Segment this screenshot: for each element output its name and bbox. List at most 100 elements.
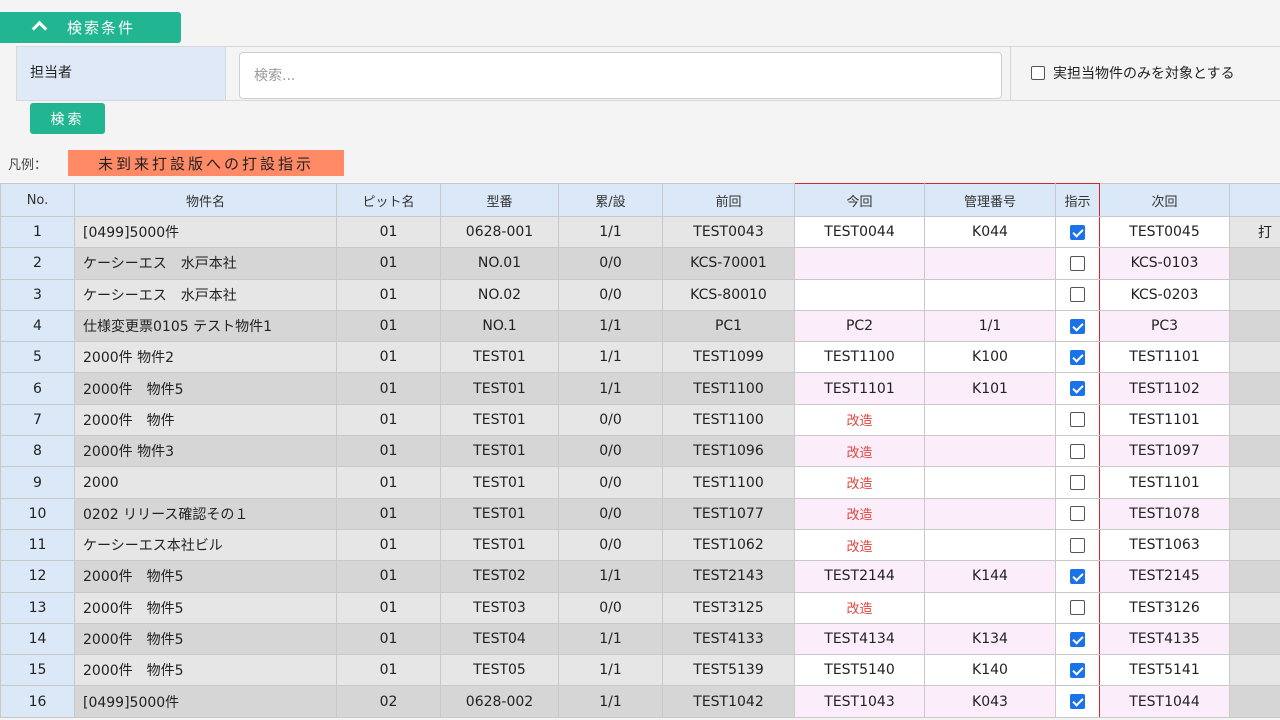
only-mine-checkbox[interactable]: 実担当物件のみを対象とする bbox=[1031, 63, 1235, 83]
model-cell: NO.01 bbox=[440, 247, 559, 280]
next-cell: TEST0045 bbox=[1099, 215, 1230, 249]
model-cell: TEST01 bbox=[440, 341, 559, 374]
ratio-cell: 1/1 bbox=[558, 560, 663, 593]
table-row[interactable]: 15 2000件 物件5 01 TEST05 1/1 TEST5139 TEST5140 K1… bbox=[0, 654, 1280, 687]
instruction-checkbox[interactable] bbox=[1070, 694, 1085, 710]
extra-cell bbox=[1229, 466, 1280, 499]
col-extra-header[interactable] bbox=[1229, 183, 1280, 217]
instruction-checkbox[interactable] bbox=[1070, 412, 1085, 428]
instruction-checkbox[interactable] bbox=[1070, 662, 1085, 678]
table-row[interactable]: 2 ケーシーエス 水戸本社 01 NO.01 0/0 KCS-70001 KCS-0103 bbox=[0, 247, 1280, 280]
current-cell: TEST5140 bbox=[794, 654, 925, 687]
instruction-cell bbox=[1055, 215, 1100, 249]
next-cell: TEST1101 bbox=[1099, 403, 1230, 437]
col-property-name-header[interactable]: 物件名 bbox=[74, 183, 337, 217]
management-no-cell: K144 bbox=[924, 560, 1056, 593]
instruction-checkbox[interactable] bbox=[1070, 318, 1085, 334]
table-row[interactable]: 14 2000件 物件5 01 TEST04 1/1 TEST4133 TEST4134 K1… bbox=[0, 622, 1280, 656]
ratio-cell: 0/0 bbox=[558, 591, 663, 624]
pit-name-cell: 02 bbox=[336, 685, 441, 718]
modification-label: 改造 bbox=[846, 602, 873, 618]
checkbox-icon[interactable] bbox=[1031, 66, 1045, 80]
property-name-cell: ケーシーエス 水戸本社 bbox=[74, 278, 337, 311]
instruction-checkbox[interactable] bbox=[1070, 568, 1085, 584]
model-cell: NO.1 bbox=[440, 309, 559, 343]
instruction-cell bbox=[1055, 341, 1100, 374]
current-cell: 改造 bbox=[794, 591, 925, 624]
instruction-checkbox[interactable] bbox=[1070, 381, 1085, 397]
management-no-cell: K134 bbox=[924, 622, 1056, 656]
table-row[interactable]: 9 2000 01 TEST01 0/0 TEST1100 改造 TEST1101 bbox=[0, 466, 1280, 499]
table-row[interactable]: 11 ケーシーエス本社ビル 01 TEST01 0/0 TEST1062 改造 TEST106… bbox=[0, 528, 1280, 562]
chevron-up-icon bbox=[31, 20, 48, 37]
property-name-cell: 2000件 物件 bbox=[74, 403, 337, 437]
table-row[interactable]: 8 2000件 物件3 01 TEST01 0/0 TEST1096 改造 TEST1097 bbox=[0, 435, 1280, 468]
table-row[interactable]: 10 0202 リリース確認その１ 01 TEST01 0/0 TEST1077 改造 TES… bbox=[0, 497, 1280, 530]
instruction-checkbox[interactable] bbox=[1070, 224, 1085, 240]
row-number: 9 bbox=[0, 466, 75, 499]
instruction-cell bbox=[1055, 685, 1100, 718]
table-row[interactable]: 3 ケーシーエス 水戸本社 01 NO.02 0/0 KCS-80010 KCS-0203 bbox=[0, 278, 1280, 311]
table-row[interactable]: 16 [0499]5000件 02 0628-002 1/1 TEST1042 TEST10… bbox=[0, 685, 1280, 718]
pit-name-cell: 01 bbox=[336, 591, 441, 624]
legend-label: 凡例： bbox=[8, 158, 48, 173]
table-row[interactable]: 1 [0499]5000件 01 0628-001 1/1 TEST0043 TEST004… bbox=[0, 215, 1280, 249]
table-row[interactable]: 13 2000件 物件5 01 TEST03 0/0 TEST3125 改造 TEST3126 bbox=[0, 591, 1280, 624]
search-conditions-toggle[interactable]: 検索条件 bbox=[0, 12, 181, 43]
instruction-checkbox[interactable] bbox=[1070, 287, 1085, 303]
table-row[interactable]: 5 2000件 物件2 01 TEST01 1/1 TEST1099 TEST1100 K10… bbox=[0, 341, 1280, 374]
pit-name-cell: 01 bbox=[336, 654, 441, 687]
col-instruction-header[interactable]: 指示 bbox=[1055, 183, 1100, 217]
table-row[interactable]: 12 2000件 物件5 01 TEST02 1/1 TEST2143 TEST2144 K1… bbox=[0, 560, 1280, 593]
previous-cell: TEST1100 bbox=[662, 403, 795, 437]
current-cell bbox=[794, 247, 925, 280]
current-cell bbox=[794, 278, 925, 311]
row-number: 6 bbox=[0, 372, 75, 405]
ratio-cell: 1/1 bbox=[558, 215, 663, 249]
instruction-checkbox[interactable] bbox=[1070, 506, 1085, 522]
row-number: 10 bbox=[0, 497, 75, 530]
col-no-header[interactable]: No. bbox=[0, 183, 75, 217]
col-ratio-header[interactable]: 累/設 bbox=[558, 183, 663, 217]
pit-name-cell: 01 bbox=[336, 309, 441, 343]
instruction-cell bbox=[1055, 466, 1100, 499]
instruction-checkbox[interactable] bbox=[1070, 631, 1085, 647]
instruction-cell bbox=[1055, 528, 1100, 562]
row-number: 8 bbox=[0, 435, 75, 468]
previous-cell: KCS-70001 bbox=[662, 247, 795, 280]
results-table: No. 物件名 ピット名 型番 累/設 前回 今回 管理番号 指示 次回 1 [0499]5000件… bbox=[0, 183, 1280, 718]
current-cell: TEST1101 bbox=[794, 372, 925, 405]
search-button[interactable]: 検索 bbox=[30, 103, 105, 134]
instruction-checkbox[interactable] bbox=[1070, 349, 1085, 365]
table-row[interactable]: 4 仕様変更票0105 テスト物件1 01 NO.1 1/1 PC1 PC2 1/1 PC3 bbox=[0, 309, 1280, 343]
toggle-label: 検索条件 bbox=[67, 19, 136, 37]
col-current-header[interactable]: 今回 bbox=[794, 183, 925, 217]
previous-cell: KCS-80010 bbox=[662, 278, 795, 311]
col-model-header[interactable]: 型番 bbox=[440, 183, 559, 217]
pit-name-cell: 01 bbox=[336, 215, 441, 249]
col-pit-name-header[interactable]: ピット名 bbox=[336, 183, 441, 217]
instruction-checkbox[interactable] bbox=[1070, 537, 1085, 553]
model-cell: TEST05 bbox=[440, 654, 559, 687]
row-number: 13 bbox=[0, 591, 75, 624]
next-cell: PC3 bbox=[1099, 309, 1230, 343]
instruction-checkbox[interactable] bbox=[1070, 600, 1085, 616]
current-value: TEST0044 bbox=[824, 224, 895, 241]
assignee-search-input[interactable] bbox=[239, 52, 1002, 99]
col-management-no-header[interactable]: 管理番号 bbox=[924, 183, 1056, 217]
pit-name-cell: 01 bbox=[336, 372, 441, 405]
table-row[interactable]: 7 2000件 物件 01 TEST01 0/0 TEST1100 改造 TEST1101 bbox=[0, 403, 1280, 437]
instruction-checkbox[interactable] bbox=[1070, 255, 1085, 271]
col-previous-header[interactable]: 前回 bbox=[662, 183, 795, 217]
extra-cell bbox=[1229, 560, 1280, 593]
next-cell: TEST1078 bbox=[1099, 497, 1230, 530]
extra-cell bbox=[1229, 528, 1280, 562]
modification-label: 改造 bbox=[846, 539, 873, 555]
current-value: TEST2144 bbox=[824, 568, 895, 585]
management-no-cell: K044 bbox=[924, 215, 1056, 249]
instruction-checkbox[interactable] bbox=[1070, 475, 1085, 491]
table-row[interactable]: 6 2000件 物件5 01 TEST01 1/1 TEST1100 TEST1101 K10… bbox=[0, 372, 1280, 405]
ratio-cell: 1/1 bbox=[558, 654, 663, 687]
col-next-header[interactable]: 次回 bbox=[1099, 183, 1230, 217]
instruction-checkbox[interactable] bbox=[1070, 443, 1085, 459]
